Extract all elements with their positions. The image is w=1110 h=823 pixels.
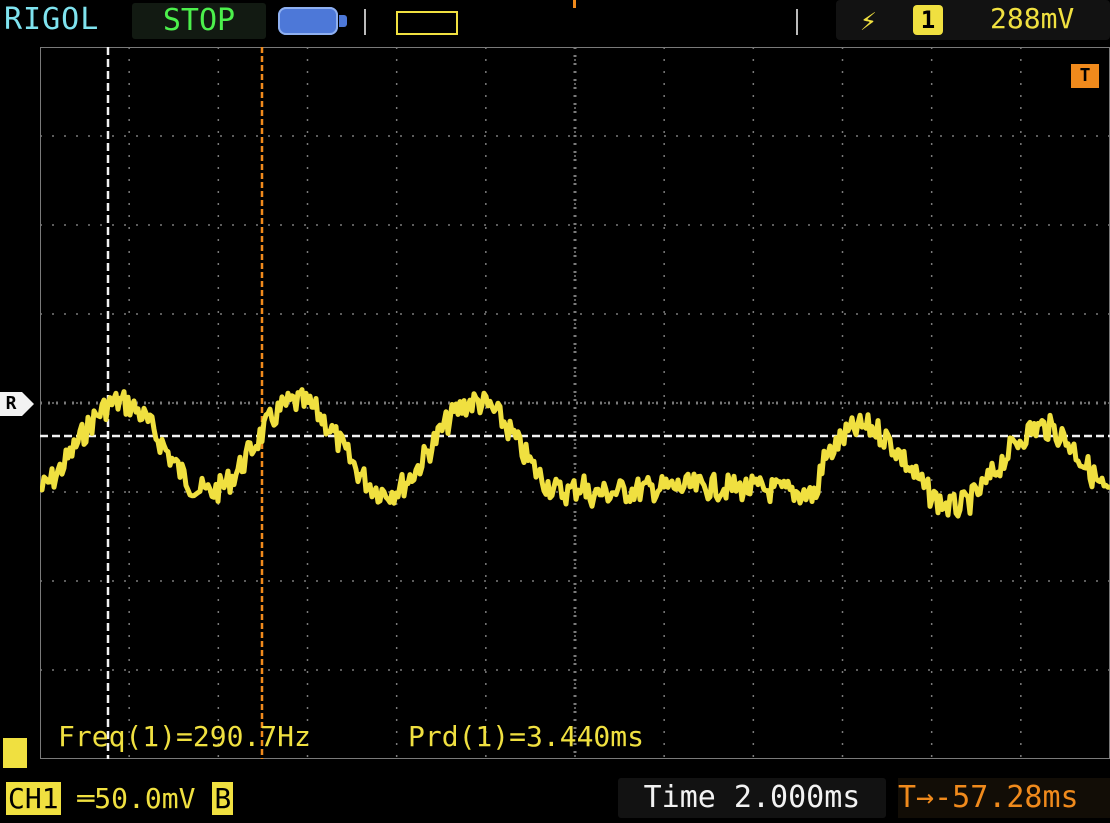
timebase-setting[interactable]: Time 2.000ms [618, 778, 886, 818]
rising-edge-icon: ⚡ [860, 4, 877, 37]
trigger-level: 288mV [990, 2, 1075, 35]
brand-logo: RIGOL [4, 2, 100, 37]
channel-label: CH1 [6, 782, 61, 815]
channel-1-offset-marker[interactable] [3, 738, 27, 768]
reference-level-marker[interactable]: R [0, 392, 34, 416]
timeline-window [396, 11, 458, 35]
run-stop-status[interactable]: STOP [132, 3, 266, 39]
bandwidth-limit-icon: B [212, 782, 234, 815]
channel-1-setting[interactable]: CH1 ═50.0mV B [6, 782, 234, 815]
waveform-canvas [40, 47, 1110, 759]
graticule [40, 47, 1110, 759]
dc-coupling-icon: ═ [77, 782, 95, 815]
channel-scale: 50.0mV [94, 782, 196, 815]
trigger-source-channel: 1 [913, 5, 943, 35]
trigger-position-marker [573, 0, 576, 8]
period-measurement: Prd(1)=3.440ms [408, 720, 645, 753]
trigger-level-marker[interactable]: T [1071, 64, 1099, 88]
waveform-display[interactable] [40, 47, 1110, 759]
battery-icon [278, 7, 347, 35]
freq-measurement: Freq(1)=290.7Hz [58, 720, 311, 753]
memory-timeline [364, 9, 798, 35]
trigger-offset[interactable]: T→-57.28ms [898, 778, 1110, 818]
